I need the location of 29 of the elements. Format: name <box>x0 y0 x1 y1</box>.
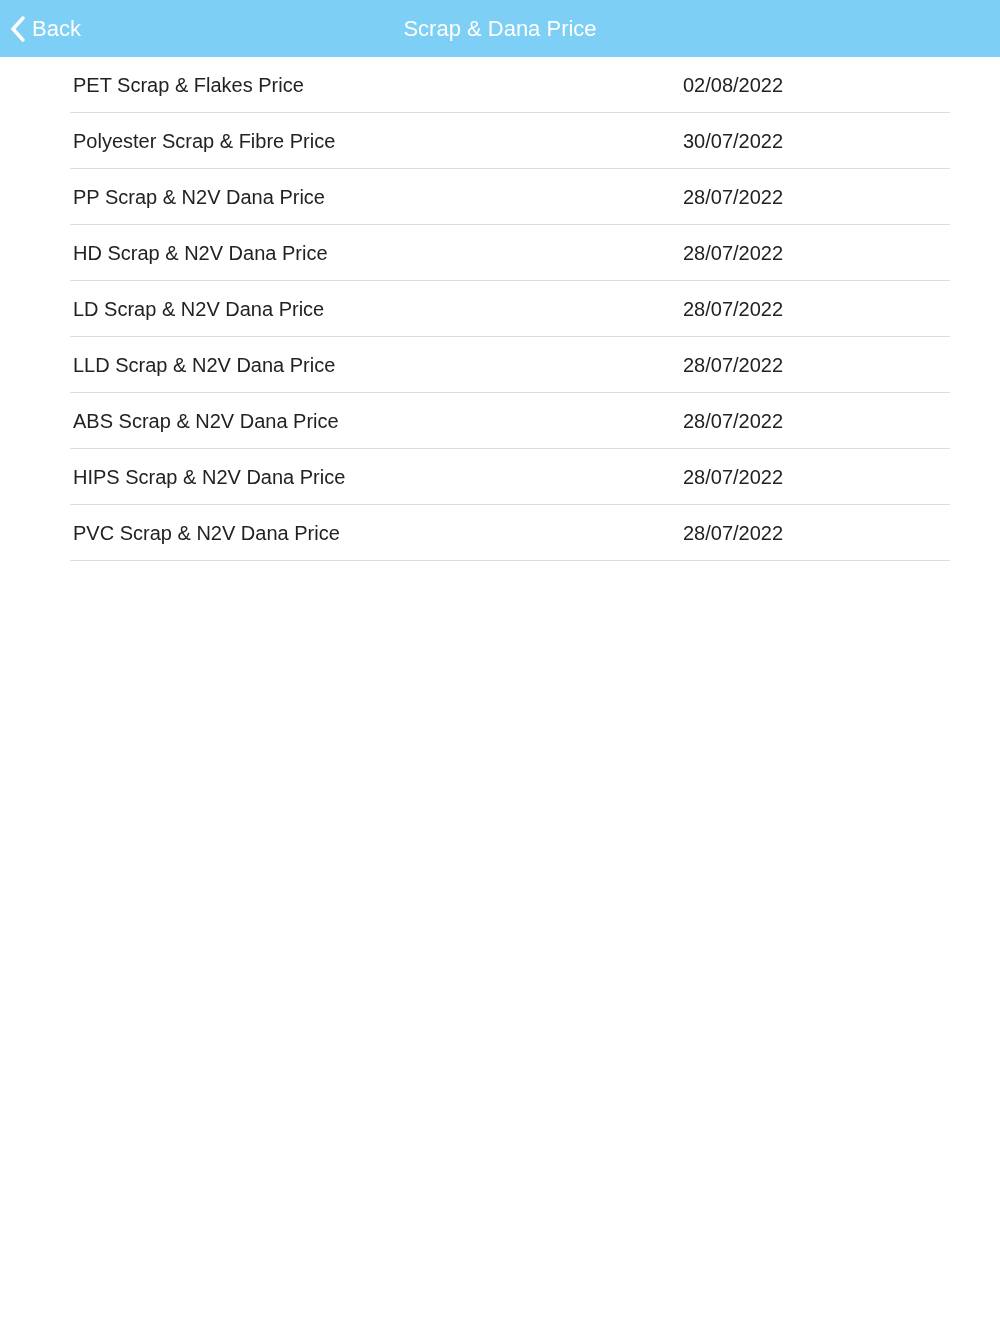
item-date: 02/08/2022 <box>683 72 784 98</box>
list-row[interactable]: ABS Scrap & N2V Dana Price 28/07/2022 <box>70 393 950 449</box>
item-date: 30/07/2022 <box>683 128 784 154</box>
item-name: LLD Scrap & N2V Dana Price <box>73 352 337 378</box>
item-name: LD Scrap & N2V Dana Price <box>73 296 326 322</box>
item-name: Polyester Scrap & Fibre Price <box>73 128 337 154</box>
item-name: HIPS Scrap & N2V Dana Price <box>73 464 347 490</box>
item-date: 28/07/2022 <box>683 520 784 546</box>
item-name: HD Scrap & N2V Dana Price <box>73 240 329 266</box>
item-date: 28/07/2022 <box>683 296 784 322</box>
chevron-left-icon <box>10 14 26 43</box>
list-row[interactable]: HIPS Scrap & N2V Dana Price 28/07/2022 <box>70 449 950 505</box>
list-row[interactable]: PVC Scrap & N2V Dana Price 28/07/2022 <box>70 505 950 561</box>
list-row[interactable]: Polyester Scrap & Fibre Price 30/07/2022 <box>70 113 950 169</box>
page-title: Scrap & Dana Price <box>403 15 597 43</box>
list-row[interactable]: LLD Scrap & N2V Dana Price 28/07/2022 <box>70 337 950 393</box>
list-row[interactable]: HD Scrap & N2V Dana Price 28/07/2022 <box>70 225 950 281</box>
item-date: 28/07/2022 <box>683 240 784 266</box>
item-name: PET Scrap & Flakes Price <box>73 72 305 98</box>
item-name: ABS Scrap & N2V Dana Price <box>73 408 340 434</box>
item-date: 28/07/2022 <box>683 408 784 434</box>
item-name: PP Scrap & N2V Dana Price <box>73 184 326 210</box>
item-name: PVC Scrap & N2V Dana Price <box>73 520 341 546</box>
list-row[interactable]: PP Scrap & N2V Dana Price 28/07/2022 <box>70 169 950 225</box>
list-row[interactable]: PET Scrap & Flakes Price 02/08/2022 <box>70 57 950 113</box>
item-date: 28/07/2022 <box>683 464 784 490</box>
item-date: 28/07/2022 <box>683 184 784 210</box>
item-date: 28/07/2022 <box>683 352 784 378</box>
list-row[interactable]: LD Scrap & N2V Dana Price 28/07/2022 <box>70 281 950 337</box>
